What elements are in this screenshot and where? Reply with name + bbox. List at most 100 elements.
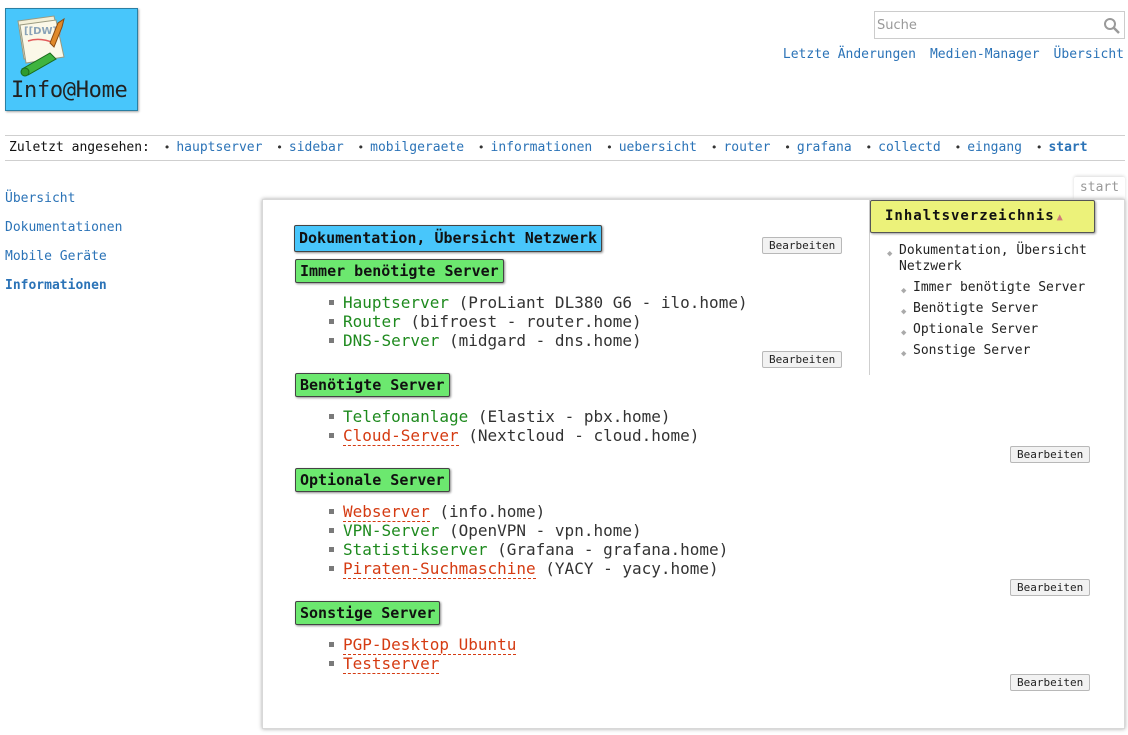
toc-sublist: ◆ Immer benötigte Server ◆ Benötigte Serve… bbox=[901, 280, 1111, 364]
toc-header[interactable]: Inhaltsverzeichnis ▲ bbox=[870, 200, 1095, 233]
dokuwiki-logo-icon: [[DW]] bbox=[17, 15, 65, 77]
bullet-icon bbox=[329, 566, 334, 571]
list-item: PGP-Desktop Ubuntu bbox=[329, 635, 517, 655]
toc-item: ◆ Benötigte Server bbox=[901, 301, 1111, 322]
list-item: DNS-Server (midgard - dns.home) bbox=[329, 331, 748, 350]
sidebar: Übersicht Dokumentationen Mobile Geräte … bbox=[5, 191, 122, 307]
wiki-link[interactable]: Telefonanlage bbox=[343, 407, 468, 426]
list-item: Hauptserver (ProLiant DL380 G6 - ilo.hom… bbox=[329, 293, 748, 312]
bullet-icon bbox=[329, 642, 334, 647]
breadcrumb-item[interactable]: informationen bbox=[491, 140, 593, 155]
toc-link[interactable]: Dokumentation, Übersicht Netzwerk bbox=[899, 243, 1087, 274]
bullet-icon bbox=[329, 661, 334, 666]
list-item: Webserver (info.home) bbox=[329, 502, 728, 522]
missing-wiki-link[interactable]: Cloud-Server bbox=[343, 426, 459, 446]
sitemap-link[interactable]: Übersicht bbox=[1054, 47, 1124, 62]
breadcrumb-item[interactable]: router bbox=[723, 140, 770, 155]
search-form bbox=[874, 11, 1125, 39]
wiki-link[interactable]: Router bbox=[343, 312, 401, 331]
breadcrumb-separator: • bbox=[1035, 141, 1043, 154]
breadcrumb-item[interactable]: collectd bbox=[878, 140, 941, 155]
list-item: Testserver bbox=[329, 654, 516, 674]
toc-link[interactable]: Immer benötigte Server bbox=[913, 280, 1085, 295]
edit-section-button[interactable]: Bearbeiten bbox=[1010, 579, 1091, 596]
toc-item: ◆ Dokumentation, Übersicht Netzwerk bbox=[887, 243, 1107, 275]
edit-section-button[interactable]: Bearbeiten bbox=[762, 237, 843, 254]
toc-link[interactable]: Optionale Server bbox=[913, 322, 1038, 337]
item-description: (ProLiant DL380 G6 - ilo.home) bbox=[448, 293, 748, 312]
list-item: Cloud-Server (Nextcloud - cloud.home) bbox=[329, 426, 699, 446]
breadcrumb-item[interactable]: hauptserver bbox=[176, 140, 262, 155]
page-title: Dokumentation, Übersicht Netzwerk bbox=[294, 225, 603, 252]
toc-bullet-icon: ◆ bbox=[901, 307, 907, 317]
breadcrumb-item[interactable]: eingang bbox=[967, 140, 1022, 155]
toc-list: ◆ Dokumentation, Übersicht Netzwerk bbox=[887, 243, 1107, 275]
bullet-icon bbox=[329, 528, 334, 533]
bullet-icon bbox=[329, 433, 334, 438]
wiki-link[interactable]: Statistikserver bbox=[343, 540, 488, 559]
breadcrumb-item[interactable]: uebersicht bbox=[619, 140, 697, 155]
breadcrumb-separator: • bbox=[784, 141, 791, 154]
edit-section-button[interactable]: Bearbeiten bbox=[762, 351, 843, 368]
wiki-link[interactable]: VPN-Server bbox=[343, 521, 439, 540]
section-heading: Optionale Server bbox=[295, 468, 450, 492]
item-description: (Elastix - pbx.home) bbox=[468, 407, 671, 426]
toc-toggle-icon[interactable]: ▲ bbox=[1057, 212, 1064, 223]
list-item: Telefonanlage (Elastix - pbx.home) bbox=[329, 407, 699, 426]
wiki-link[interactable]: DNS-Server bbox=[343, 331, 439, 350]
section-heading: Immer benötigte Server bbox=[295, 259, 504, 283]
server-list: PGP-Desktop Ubuntu Testserver bbox=[329, 635, 517, 674]
search-input[interactable] bbox=[875, 13, 1100, 37]
toc-bullet-icon: ◆ bbox=[887, 249, 893, 259]
item-description: (bifroest - router.home) bbox=[400, 312, 642, 331]
list-item: Router (bifroest - router.home) bbox=[329, 312, 748, 331]
site-tools: Letzte Änderungen Medien-Manager Übersic… bbox=[783, 47, 1124, 62]
sidebar-item-mobile-geraete[interactable]: Mobile Geräte bbox=[5, 249, 122, 278]
missing-wiki-link[interactable]: Piraten-Suchmaschine bbox=[343, 559, 536, 579]
site-logo[interactable]: [[DW]] Info@Home bbox=[5, 8, 138, 111]
breadcrumb-separator: • bbox=[477, 141, 485, 154]
breadcrumb-item[interactable]: sidebar bbox=[289, 140, 344, 155]
list-item: VPN-Server (OpenVPN - vpn.home) bbox=[329, 521, 728, 540]
table-of-contents: Inhaltsverzeichnis ▲ ◆ Dokumentation, Über… bbox=[869, 200, 1124, 375]
page-content: Dokumentation, Übersicht Netzwerk Bearbe… bbox=[262, 199, 1125, 729]
recent-changes-link[interactable]: Letzte Änderungen bbox=[783, 47, 916, 62]
media-manager-link[interactable]: Medien-Manager bbox=[930, 47, 1040, 62]
wiki-link[interactable]: Hauptserver bbox=[343, 293, 449, 312]
search-icon[interactable] bbox=[1103, 17, 1121, 35]
item-description: (YACY - yacy.home) bbox=[535, 559, 719, 578]
toc-bullet-icon: ◆ bbox=[901, 349, 907, 359]
toc-link[interactable]: Benötigte Server bbox=[913, 301, 1038, 316]
list-item: Piraten-Suchmaschine (YACY - yacy.home) bbox=[329, 559, 728, 579]
breadcrumb-separator: • bbox=[606, 141, 613, 154]
bullet-icon bbox=[329, 414, 334, 419]
toc-link[interactable]: Sonstige Server bbox=[913, 343, 1030, 358]
missing-wiki-link[interactable]: PGP-Desktop Ubuntu bbox=[343, 635, 517, 655]
toc-item: ◆ Immer benötigte Server bbox=[901, 280, 1111, 301]
bullet-icon bbox=[329, 300, 334, 305]
missing-wiki-link[interactable]: Testserver bbox=[343, 654, 440, 674]
breadcrumb-separator: • bbox=[276, 141, 283, 154]
breadcrumb-item[interactable]: mobilgeraete bbox=[370, 140, 464, 155]
breadcrumb-label: Zuletzt angesehen: bbox=[9, 140, 150, 155]
item-description: (midgard - dns.home) bbox=[439, 331, 642, 350]
toc-item: ◆ Sonstige Server bbox=[901, 343, 1111, 364]
sidebar-item-dokumentationen[interactable]: Dokumentationen bbox=[5, 220, 122, 249]
edit-section-button[interactable]: Bearbeiten bbox=[1010, 446, 1091, 463]
toc-title: Inhaltsverzeichnis bbox=[885, 208, 1055, 224]
item-description: (info.home) bbox=[429, 502, 546, 521]
missing-wiki-link[interactable]: Webserver bbox=[343, 502, 430, 522]
sidebar-item-informationen[interactable]: Informationen bbox=[5, 278, 122, 307]
breadcrumb-item-current[interactable]: start bbox=[1048, 140, 1087, 155]
breadcrumb-separator: • bbox=[163, 141, 171, 154]
breadcrumb-separator: • bbox=[710, 141, 718, 154]
server-list: Webserver (info.home) VPN-Server (OpenVP… bbox=[329, 502, 728, 579]
server-list: Telefonanlage (Elastix - pbx.home) Cloud… bbox=[329, 407, 699, 446]
edit-section-button[interactable]: Bearbeiten bbox=[1010, 674, 1091, 691]
toc-bullet-icon: ◆ bbox=[901, 328, 907, 338]
sidebar-item-uebersicht[interactable]: Übersicht bbox=[5, 191, 122, 220]
breadcrumb-item[interactable]: grafana bbox=[797, 140, 852, 155]
list-item: Statistikserver (Grafana - grafana.home) bbox=[329, 540, 728, 559]
bullet-icon bbox=[329, 509, 334, 514]
toc-bullet-icon: ◆ bbox=[901, 286, 907, 296]
